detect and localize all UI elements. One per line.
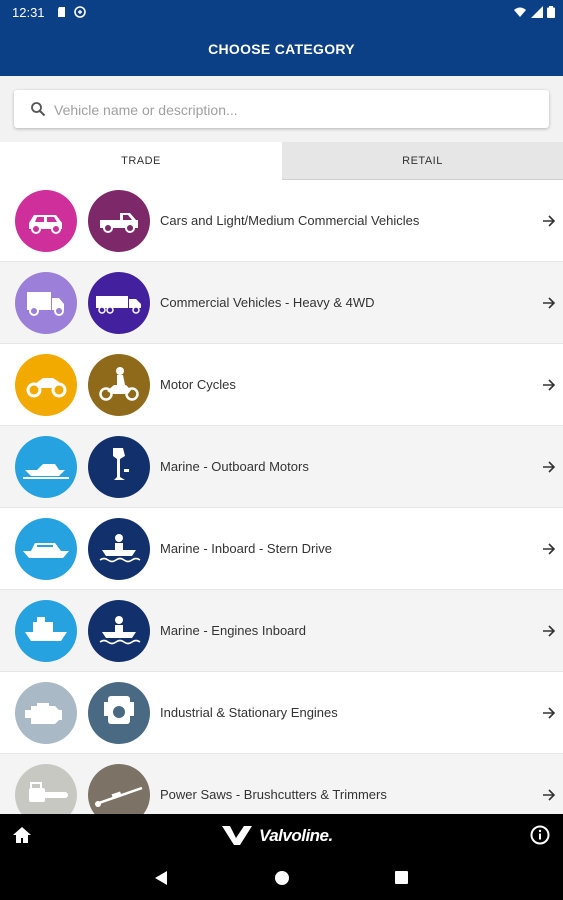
valvoline-logo-icon — [222, 826, 252, 845]
industrial-retail-badge — [15, 682, 77, 744]
sd-card-icon — [58, 7, 65, 17]
chainsaw-icon — [29, 782, 68, 802]
category-label: Marine - Inboard - Stern Drive — [160, 541, 332, 556]
pickup-truck-icon — [100, 213, 138, 233]
arrow-right-icon — [543, 543, 556, 555]
engine-icon — [25, 703, 62, 724]
status-bar: 12:31 — [0, 0, 563, 26]
cruiser-boat-icon — [23, 543, 69, 558]
speedboat-icon — [23, 464, 69, 479]
category-label: Commercial Vehicles - Heavy & 4WD — [160, 295, 375, 310]
search-icon — [31, 102, 46, 117]
category-label: Industrial & Stationary Engines — [160, 705, 338, 720]
arrow-right-icon — [543, 789, 556, 801]
ship-icon — [25, 617, 67, 641]
arrow-right-icon — [543, 215, 556, 227]
category-label: Marine - Outboard Motors — [160, 459, 309, 474]
cars-trade-badge — [88, 190, 150, 252]
category-label: Cars and Light/Medium Commercial Vehicle… — [160, 213, 420, 228]
category-row-cars[interactable]: Cars and Light/Medium Commercial Vehicle… — [0, 180, 563, 262]
category-row-power-saws[interactable]: Power Saws - Brushcutters & Trimmers — [0, 754, 563, 814]
info-icon[interactable] — [530, 825, 550, 845]
category-row-engines-inboard[interactable]: Marine - Engines Inboard — [0, 590, 563, 672]
outboard-trade-badge — [88, 436, 150, 498]
home-nav-icon[interactable] — [274, 870, 290, 886]
system-nav-bar — [0, 856, 563, 900]
home-icon[interactable] — [12, 826, 32, 844]
tab-bar: TRADE RETAIL — [0, 142, 563, 180]
commercial-retail-badge — [15, 272, 77, 334]
boat-driver-icon — [99, 616, 141, 645]
signal-icon — [531, 6, 543, 18]
tab-trade[interactable]: TRADE — [0, 142, 282, 180]
search-area — [0, 76, 563, 142]
brand-name: Valvoline. — [259, 826, 333, 845]
category-row-outboard[interactable]: Marine - Outboard Motors — [0, 426, 563, 508]
inboard-stern-retail-badge — [15, 518, 77, 580]
engine-block-icon — [104, 696, 134, 724]
category-label: Motor Cycles — [160, 377, 236, 392]
industrial-trade-badge — [88, 682, 150, 744]
motorcycle-icon — [26, 378, 67, 398]
category-label: Power Saws - Brushcutters & Trimmers — [160, 787, 387, 802]
arrow-right-icon — [543, 461, 556, 473]
motorcycle-rider-icon — [99, 367, 139, 401]
recents-icon[interactable] — [394, 870, 409, 885]
app-bar: CHOOSE CATEGORY — [0, 26, 563, 76]
cars-retail-badge — [15, 190, 77, 252]
battery-icon — [547, 6, 555, 18]
arrow-right-icon — [543, 297, 556, 309]
outboard-motor-icon — [113, 448, 129, 480]
data-saver-icon — [74, 6, 86, 18]
box-truck-icon — [27, 292, 64, 316]
back-icon[interactable] — [154, 870, 168, 886]
trimmer-icon — [95, 786, 143, 807]
inboard-stern-trade-badge — [88, 518, 150, 580]
engines-inboard-retail-badge — [15, 600, 77, 662]
engines-inboard-trade-badge — [88, 600, 150, 662]
category-row-inboard-stern[interactable]: Marine - Inboard - Stern Drive — [0, 508, 563, 590]
wifi-icon — [514, 7, 526, 17]
semi-truck-icon — [96, 296, 141, 314]
boat-driver-icon — [99, 534, 141, 563]
arrow-right-icon — [543, 707, 556, 719]
page-title: CHOOSE CATEGORY — [208, 41, 355, 57]
search-box[interactable] — [14, 90, 549, 128]
power-saws-trade-badge — [88, 764, 150, 814]
power-saws-retail-badge — [15, 764, 77, 814]
category-row-motorcycles[interactable]: Motor Cycles — [0, 344, 563, 426]
motorcycles-retail-badge — [15, 354, 77, 416]
commercial-trade-badge — [88, 272, 150, 334]
motorcycles-trade-badge — [88, 354, 150, 416]
tab-retail[interactable]: RETAIL — [282, 142, 563, 180]
search-input[interactable] — [52, 99, 536, 121]
car-icon — [29, 215, 62, 234]
category-list[interactable]: Cars and Light/Medium Commercial Vehicle… — [0, 180, 563, 814]
category-row-industrial[interactable]: Industrial & Stationary Engines — [0, 672, 563, 754]
category-row-commercial[interactable]: Commercial Vehicles - Heavy & 4WD — [0, 262, 563, 344]
bottom-bar: Valvoline. — [0, 814, 563, 856]
arrow-right-icon — [543, 625, 556, 637]
outboard-retail-badge — [15, 436, 77, 498]
arrow-right-icon — [543, 379, 556, 391]
category-label: Marine - Engines Inboard — [160, 623, 306, 638]
status-time: 12:31 — [12, 5, 45, 20]
